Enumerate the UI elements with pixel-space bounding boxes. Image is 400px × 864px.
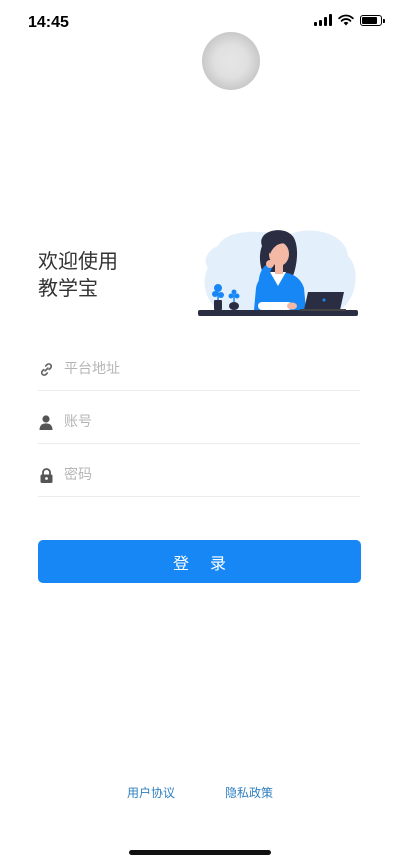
account-input[interactable] (64, 414, 344, 430)
app-logo (202, 32, 260, 90)
user-icon (38, 414, 54, 430)
account-field (38, 401, 360, 444)
welcome-text: 欢迎使用 教学宝 (38, 248, 118, 302)
password-input[interactable] (64, 467, 344, 483)
lock-icon (38, 467, 54, 483)
platform-address-input[interactable] (64, 361, 344, 377)
teacher-illustration (198, 230, 358, 316)
login-button[interactable]: 登 录 (38, 540, 361, 583)
password-field (38, 454, 360, 497)
welcome-line-2: 教学宝 (38, 276, 98, 300)
signal-icon (314, 14, 332, 26)
user-agreement-link[interactable]: 用户协议 (127, 784, 175, 801)
status-icons (314, 14, 385, 26)
privacy-policy-link[interactable]: 隐私政策 (225, 784, 273, 801)
link-icon (38, 361, 54, 377)
wifi-icon (338, 14, 354, 26)
home-indicator (129, 850, 271, 855)
battery-icon (360, 14, 385, 26)
platform-address-field (38, 348, 360, 391)
status-bar: 14:45 (0, 0, 400, 44)
status-time: 14:45 (28, 14, 69, 31)
welcome-line-1: 欢迎使用 (38, 249, 118, 273)
